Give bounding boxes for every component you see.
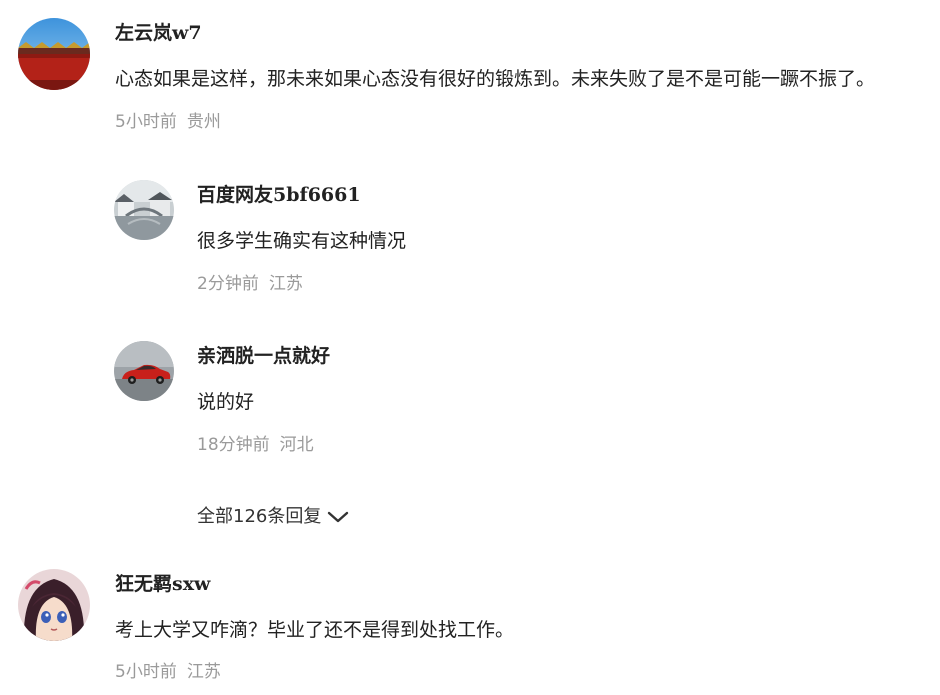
view-all-replies-label: 全部126条回复 bbox=[197, 506, 322, 527]
reply-location: 江苏 bbox=[268, 274, 303, 294]
author-name: 左云岚 bbox=[115, 22, 173, 44]
view-all-replies-button[interactable]: 全部126条回复 bbox=[197, 503, 349, 531]
reply-location: 河北 bbox=[279, 435, 314, 455]
comment-time: 5小时前 bbox=[115, 112, 177, 132]
comment-location: 贵州 bbox=[186, 112, 221, 132]
reply-author[interactable]: 亲洒脱一点就好 bbox=[197, 345, 330, 367]
reply-meta: 18分钟前 河北 bbox=[197, 435, 314, 455]
author-name: 亲洒脱一点就好 bbox=[197, 345, 331, 367]
comment-text: 心态如果是这样，那未来如果心态没有很好的锻炼到。未来失败了是不是可能一蹶不振了。 bbox=[115, 68, 876, 90]
reply-author[interactable]: 百度网友5bf6661 bbox=[197, 184, 361, 206]
comment-author[interactable]: 左云岚w7 bbox=[115, 22, 202, 44]
author-name: 百度网友 bbox=[197, 184, 274, 206]
comment-text: 考上大学又咋滴？毕业了还不是得到处找工作。 bbox=[115, 619, 515, 641]
reply-text: 很多学生确实有这种情况 bbox=[197, 230, 407, 252]
comment-meta: 5小时前 江苏 bbox=[115, 662, 221, 682]
water-town-avatar[interactable] bbox=[114, 180, 174, 240]
reply-meta: 2分钟前 江苏 bbox=[197, 274, 303, 294]
reply-time: 18分钟前 bbox=[197, 435, 270, 455]
comment-time: 5小时前 bbox=[115, 662, 177, 682]
forbidden-city-wall-avatar[interactable] bbox=[18, 18, 90, 90]
comment-location: 江苏 bbox=[186, 662, 221, 682]
comment-meta: 5小时前 贵州 bbox=[115, 112, 221, 132]
reply-time: 2分钟前 bbox=[197, 274, 259, 294]
reply-text: 说的好 bbox=[197, 391, 255, 413]
red-sports-car-avatar[interactable] bbox=[114, 341, 174, 401]
author-suffix: 5bf6661 bbox=[273, 184, 361, 206]
author-suffix: w7 bbox=[172, 22, 202, 44]
chevron-down-icon bbox=[327, 507, 349, 531]
author-name: 狂无羁 bbox=[115, 573, 173, 595]
anime-girl-avatar[interactable] bbox=[18, 569, 90, 641]
author-suffix: sxw bbox=[172, 573, 211, 595]
comment-author[interactable]: 狂无羁sxw bbox=[115, 573, 210, 595]
